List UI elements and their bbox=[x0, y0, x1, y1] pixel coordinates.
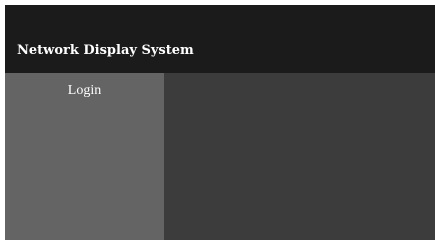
top-header: Network Display System bbox=[5, 5, 435, 73]
main-content-area bbox=[164, 73, 435, 240]
app-window: Network Display System Login bbox=[5, 5, 435, 240]
sidebar-item-login[interactable]: Login bbox=[5, 82, 164, 100]
sidebar: Login bbox=[5, 73, 164, 240]
app-title: Network Display System bbox=[17, 43, 194, 58]
